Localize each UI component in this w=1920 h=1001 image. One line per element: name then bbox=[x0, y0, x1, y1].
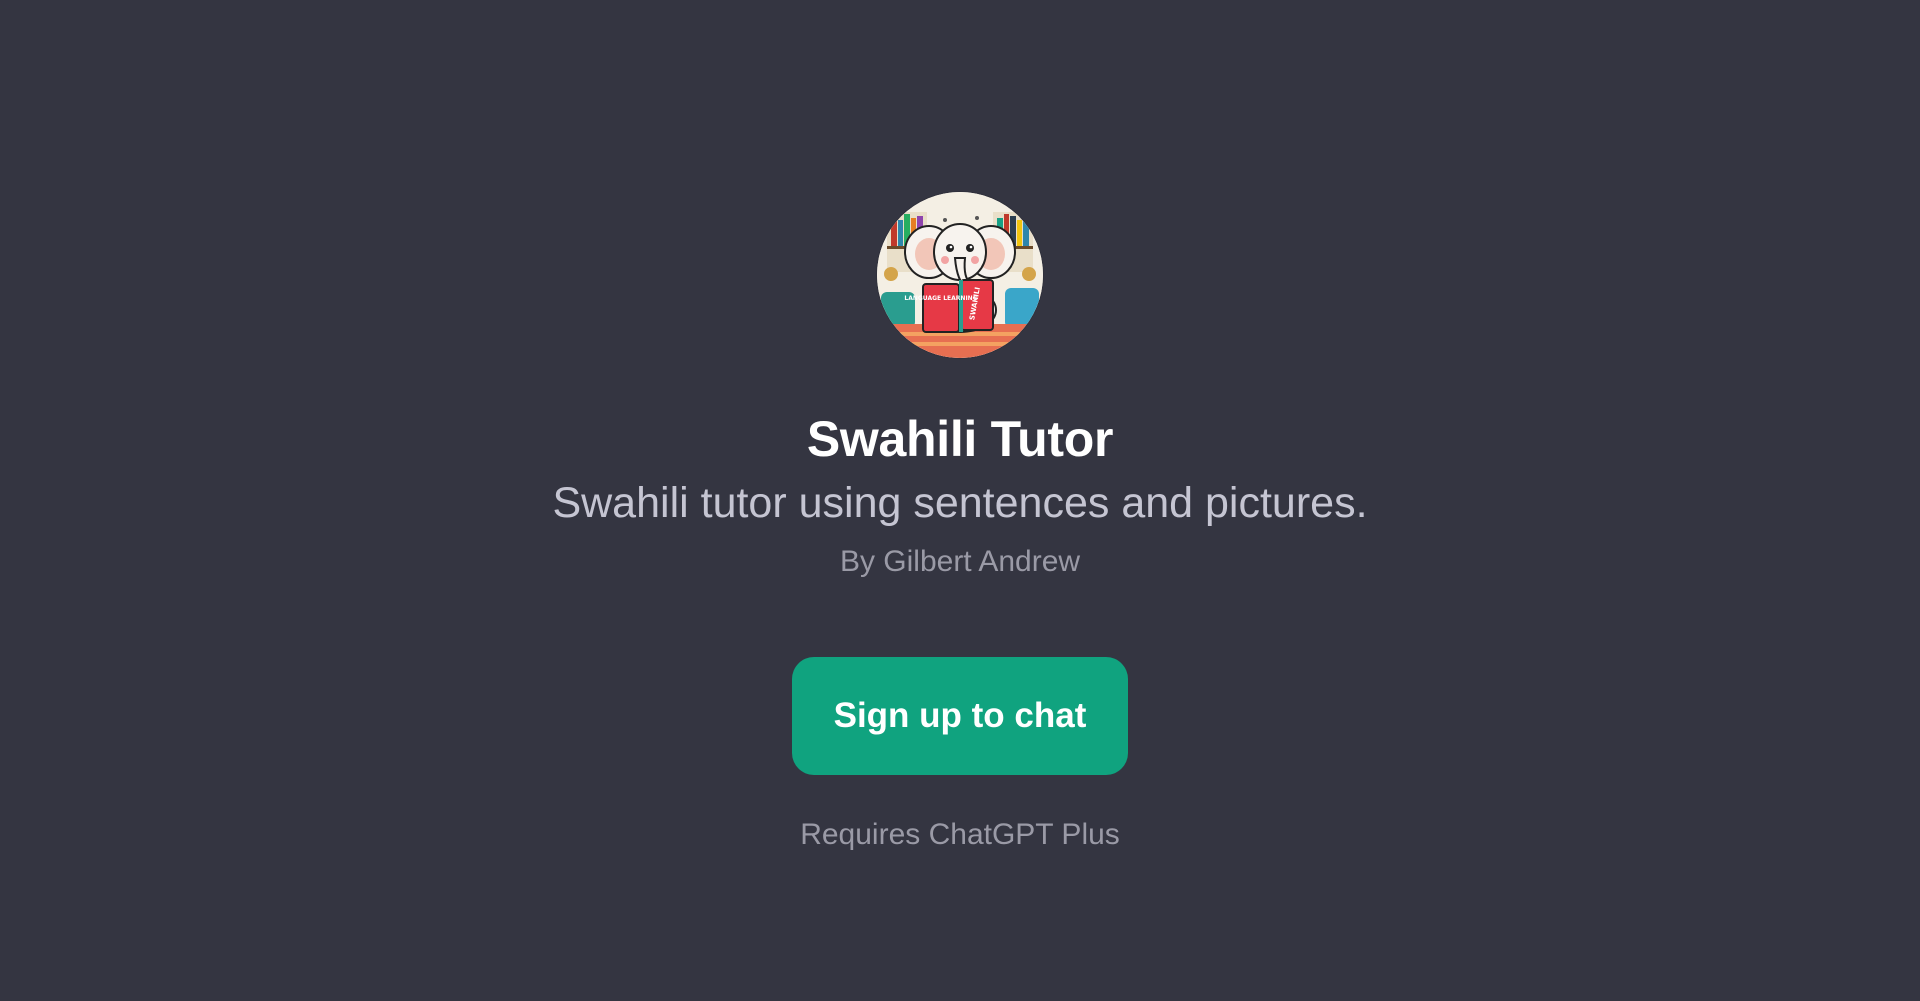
avatar-book-text-left: LANGUAGE LEARNING bbox=[904, 295, 977, 302]
gpt-author: By Gilbert Andrew bbox=[839, 545, 1081, 578]
gpt-title: Swahili Tutor bbox=[806, 411, 1114, 467]
sign-up-to-chat-button[interactable]: Sign up to chat bbox=[792, 657, 1128, 775]
gpt-landing-page: LANGUAGE LEARNING SWAHILI Swahili Tutor … bbox=[0, 0, 1920, 1001]
gpt-description: Swahili tutor using sentences and pictur… bbox=[552, 479, 1368, 527]
requirement-note: Requires ChatGPT Plus bbox=[800, 818, 1120, 851]
elephant-avatar-icon: LANGUAGE LEARNING SWAHILI bbox=[877, 192, 1043, 358]
gpt-avatar-image: LANGUAGE LEARNING SWAHILI bbox=[877, 192, 1043, 358]
